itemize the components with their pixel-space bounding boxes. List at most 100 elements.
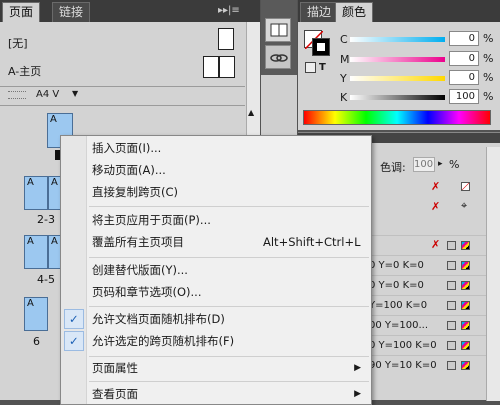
swatch-row-8-label: 0 Y=100 K=0 xyxy=(369,340,437,351)
menu-item-label: 将主页应用于页面(P)... xyxy=(92,213,211,227)
tab-color-label: 颜色 xyxy=(342,5,367,19)
chevron-down-icon: ▼ xyxy=(72,89,79,98)
cmyk-mode-icon xyxy=(461,301,470,310)
menu-item-label: 创建替代版面(Y)... xyxy=(92,263,188,277)
submenu-arrow-icon: ▶ xyxy=(354,389,361,399)
swatch-row-8[interactable]: 0 Y=100 K=0 xyxy=(369,335,500,355)
master-a-row[interactable]: A-主页 xyxy=(0,54,245,84)
master-none-thumb xyxy=(218,28,234,50)
page-thumb-6[interactable]: A xyxy=(24,297,48,331)
swatch-color-icon xyxy=(447,341,456,350)
pages-divider xyxy=(0,105,245,106)
swatch-row-9[interactable]: 90 Y=10 K=0 xyxy=(369,355,500,375)
cmyk-mode-icon xyxy=(461,261,470,270)
text-format-icon[interactable]: T xyxy=(319,62,326,73)
tab-stroke[interactable]: 描边 xyxy=(300,2,339,22)
swatch-row-6-label: Y=100 K=0 xyxy=(369,300,428,311)
tint-unit: % xyxy=(449,158,460,171)
apply-color-icon[interactable] xyxy=(305,62,316,73)
checkmark-icon: ✓ xyxy=(69,312,79,326)
menu-item-label: 覆盖所有主页项目 xyxy=(92,235,184,249)
page-size-value: A4 V xyxy=(36,89,60,100)
slider-m-value: 0 xyxy=(468,53,475,64)
spread-4-5-label: 4-5 xyxy=(37,273,55,286)
cmyk-mode-icon xyxy=(461,321,470,330)
menu-item-label: 页面属性 xyxy=(92,361,138,375)
cmyk-mode-icon xyxy=(461,341,470,350)
slider-m-track[interactable] xyxy=(350,57,445,62)
cmyk-mode-icon xyxy=(461,241,470,250)
no-edit-icon-2: ✗ xyxy=(431,200,441,213)
menu-item-numbering-section-options[interactable]: 页码和章节选项(O)... xyxy=(61,281,371,303)
tab-pages-label: 页面 xyxy=(9,5,34,19)
cmyk-mode-icon xyxy=(461,281,470,290)
checkmark-icon: ✓ xyxy=(69,334,79,348)
slider-y-input[interactable]: 0 xyxy=(449,70,479,85)
slider-k-unit: % xyxy=(483,90,494,103)
swatch-scrollbar[interactable] xyxy=(486,147,500,401)
slider-m-label: M xyxy=(340,53,350,66)
slider-k-track[interactable] xyxy=(350,95,445,100)
master-none-row[interactable]: [无] xyxy=(0,26,245,56)
tab-links[interactable]: 链接 xyxy=(52,2,91,22)
spread-2-3-label: 2-3 xyxy=(37,213,55,226)
menu-item-label: 允许选定的跨页随机排布(F) xyxy=(92,334,235,348)
no-edit-icon-3: ✗ xyxy=(431,238,441,251)
panel-menu-button[interactable]: ▸▸|≡ xyxy=(218,5,254,18)
swatch-row-5[interactable]: 0 Y=0 K=0 xyxy=(369,275,500,295)
menu-item-page-attributes[interactable]: 页面属性 ▶ xyxy=(61,357,371,379)
tint-input[interactable]: 100 xyxy=(413,157,435,172)
color-panel: 描边 颜色 T C 0 % M 0 % Y 0 % K 100 % xyxy=(298,0,500,130)
menu-separator xyxy=(89,257,369,258)
swatch-color-icon xyxy=(447,301,456,310)
slider-y-unit: % xyxy=(483,71,494,84)
slider-c-label: C xyxy=(340,33,348,46)
color-tabbar: 描边 颜色 xyxy=(298,0,500,22)
swatch-row-4[interactable]: 0 Y=0 K=0 xyxy=(369,255,500,275)
page-3-master-letter: A xyxy=(51,177,58,188)
menu-item-override-master-items[interactable]: 覆盖所有主页项目 Alt+Shift+Ctrl+L xyxy=(61,231,371,253)
menu-item-label: 允许文档页面随机排布(D) xyxy=(92,312,225,326)
tint-arrow-icon[interactable]: ▸ xyxy=(438,159,443,169)
menu-item-allow-doc-pages-shuffle[interactable]: ✓ 允许文档页面随机排布(D) xyxy=(61,308,371,330)
page-size-dropdown[interactable]: A4 V ▼ xyxy=(36,89,86,103)
no-edit-icon: ✗ xyxy=(431,180,441,193)
tab-color[interactable]: 颜色 xyxy=(335,2,374,22)
slider-y-track[interactable] xyxy=(350,76,445,81)
page-thumb-2[interactable]: A xyxy=(24,176,48,210)
menu-item-move-pages[interactable]: 移动页面(A)... xyxy=(61,159,371,181)
menu-item-allow-spread-shuffle[interactable]: ✓ 允许选定的跨页随机排布(F) xyxy=(61,330,371,352)
slider-c-track[interactable] xyxy=(350,37,445,42)
swatch-row-7[interactable]: 00 Y=100... xyxy=(369,315,500,335)
pages-tool-icon[interactable] xyxy=(265,18,291,42)
swatch-row-5-label: 0 Y=0 K=0 xyxy=(369,280,424,291)
page-1-master-letter: A xyxy=(50,114,57,125)
swatch-row-registration[interactable]: ✗ ⌖ xyxy=(369,198,500,216)
submenu-arrow-icon: ▶ xyxy=(354,363,361,373)
swatch-row-none[interactable]: ✗ xyxy=(369,178,500,196)
menu-item-create-alternate-layout[interactable]: 创建替代版面(Y)... xyxy=(61,259,371,281)
menu-item-apply-master[interactable]: 将主页应用于页面(P)... xyxy=(61,209,371,231)
tab-stroke-label: 描边 xyxy=(307,5,332,19)
swatch-row-6[interactable]: Y=100 K=0 xyxy=(369,295,500,315)
slider-c-input[interactable]: 0 xyxy=(449,31,479,46)
page-6-master-letter: A xyxy=(27,298,34,309)
swatch-row-3[interactable]: ✗ xyxy=(369,235,500,255)
menu-item-duplicate-spread[interactable]: 直接复制跨页(C) xyxy=(61,181,371,203)
swatch-color-icon xyxy=(447,321,456,330)
menu-item-view-pages[interactable]: 查看页面 ▶ xyxy=(61,383,371,405)
scroll-up-icon[interactable]: ▲ xyxy=(248,108,254,117)
swatch-color-icon xyxy=(447,361,456,370)
page-5-master-letter: A xyxy=(51,236,58,247)
links-tool-icon[interactable] xyxy=(265,45,291,69)
stroke-swatch[interactable] xyxy=(312,38,330,56)
tab-pages[interactable]: 页面 xyxy=(2,2,41,22)
color-spectrum[interactable] xyxy=(303,110,491,125)
swatch-row-4-label: 0 Y=0 K=0 xyxy=(369,260,424,271)
menu-item-insert-pages[interactable]: 插入页面(I)... xyxy=(61,137,371,159)
slider-k-input[interactable]: 100 xyxy=(449,89,479,104)
page-thumb-4[interactable]: A xyxy=(24,235,48,269)
slider-m-input[interactable]: 0 xyxy=(449,51,479,66)
swatch-color-icon xyxy=(447,261,456,270)
panel-menu-glyph: ▸▸|≡ xyxy=(218,5,240,16)
